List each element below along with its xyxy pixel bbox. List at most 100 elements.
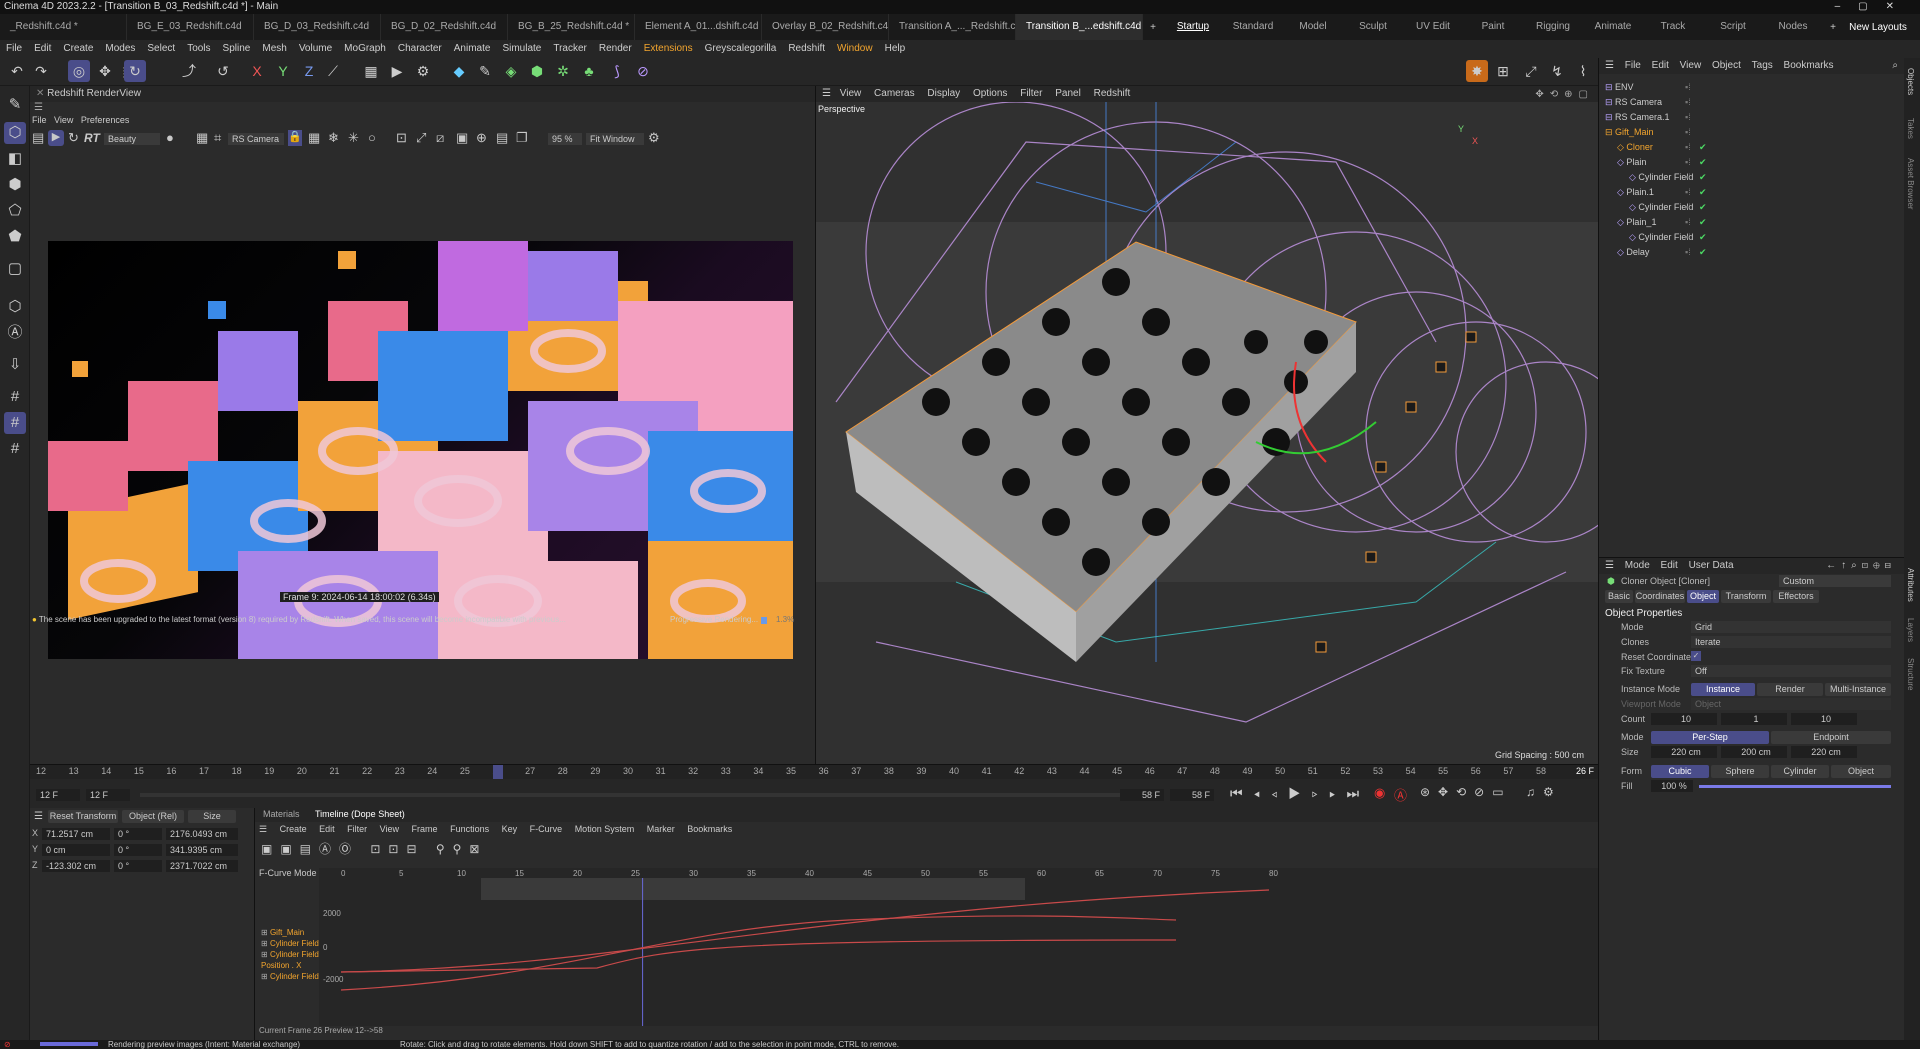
rv-menu-preferences[interactable]: Preferences — [81, 115, 130, 125]
attr-menu-edit[interactable]: Edit — [1661, 560, 1678, 571]
viewport-nav-icons[interactable]: ✥⟲⊕▢ — [1535, 89, 1594, 100]
menu-select[interactable]: Select — [141, 43, 181, 54]
menu-edit[interactable]: Edit — [28, 43, 57, 54]
enabled-check-icon[interactable]: ✔ — [1699, 155, 1707, 170]
redo-icon[interactable]: ↷ — [30, 60, 52, 82]
fcurve-graph[interactable]: 0 5 10 15 20 25 30 35 40 45 50 55 60 65 70 75 80 2000 0 -20… — [319, 868, 1598, 1026]
tab-timeline[interactable]: Timeline (Dope Sheet) — [315, 809, 405, 819]
expand-icon[interactable]: ⊞ — [261, 928, 270, 937]
edges-mode-icon[interactable]: ⬠ — [4, 200, 26, 222]
track-row[interactable]: ⊞ Cylinder Field — [261, 950, 319, 959]
rotation-field[interactable]: 0 ° — [114, 860, 162, 872]
object-row[interactable]: ⊟ RS Camera.1 ▪⁞ — [1599, 110, 1905, 125]
tab-basic[interactable]: Basic — [1605, 590, 1633, 603]
tab-coordinates[interactable]: Coordinates — [1635, 590, 1685, 603]
count-y-field[interactable]: 1 — [1721, 713, 1787, 725]
menu-tools[interactable]: Tools — [181, 43, 216, 54]
layout-tab[interactable]: Rigging — [1523, 14, 1583, 40]
add-tab-icon[interactable]: + — [1143, 22, 1163, 33]
rv-menu-view[interactable]: View — [54, 115, 73, 125]
doc-tab[interactable]: Element A_01...dshift.c4d * — [635, 14, 762, 40]
doc-tab[interactable]: Transition A_..._Redshift.c4d — [889, 14, 1016, 40]
size-field[interactable]: 2176.0493 cm — [166, 828, 238, 840]
y-axis-icon[interactable]: Y — [272, 60, 294, 82]
track-row[interactable]: ⊞ Cylinder Field — [261, 939, 319, 948]
layout-tab[interactable]: Track — [1643, 14, 1703, 40]
side-tab-asset-browser[interactable]: Asset Browser — [1906, 158, 1915, 210]
grid-mode-per-step[interactable]: Per-Step — [1651, 731, 1769, 744]
spline-pen-icon[interactable]: ✎ — [474, 60, 496, 82]
visibility-dots-icon[interactable]: ▪⁞ — [1685, 230, 1691, 245]
vp-menu-filter[interactable]: Filter — [1020, 88, 1042, 99]
bucket-icon[interactable]: ▦ — [308, 130, 320, 146]
track-row[interactable]: ⊞ Cylinder Field — [261, 972, 319, 981]
viewport-panel[interactable]: ☰ View Cameras Display Options Filter Pa… — [815, 86, 1599, 764]
workplane-icon[interactable]: ⤢ — [1520, 60, 1542, 82]
polygons-mode-icon[interactable]: ⬟ — [4, 226, 26, 248]
menu-window[interactable]: Window — [831, 43, 879, 54]
size-z-field[interactable]: 220 cm — [1791, 746, 1857, 758]
visibility-dots-icon[interactable]: ▪⁞ — [1685, 245, 1691, 260]
cube-icon[interactable]: ◆ — [448, 60, 470, 82]
count-x-field[interactable]: 10 — [1651, 713, 1717, 725]
layout-tab[interactable]: Standard — [1223, 14, 1283, 40]
snapshot-icon[interactable]: ▤ — [32, 130, 44, 146]
tab-effectors[interactable]: Effectors — [1773, 590, 1819, 603]
enabled-check-icon[interactable]: ✔ — [1699, 140, 1707, 155]
uv-mode-icon[interactable]: ▢ — [4, 258, 26, 280]
physical-sky-icon[interactable]: ✸ — [1466, 60, 1488, 82]
transport-controls[interactable]: ⏮◂◃▶▹▸⏭ — [1230, 785, 1370, 802]
soft-selection-icon[interactable]: ↺ — [212, 60, 234, 82]
obj-menu-edit[interactable]: Edit — [1652, 60, 1669, 71]
menu-file[interactable]: File — [0, 43, 28, 54]
menu-create[interactable]: Create — [57, 43, 99, 54]
menu-extensions[interactable]: Extensions — [638, 43, 699, 54]
axis-mode-icon[interactable]: ⬡ — [4, 296, 26, 318]
menu-simulate[interactable]: Simulate — [496, 43, 547, 54]
rotation-field[interactable]: 0 ° — [114, 828, 162, 840]
reset-transform-button[interactable]: Reset Transform — [48, 810, 118, 823]
dope-menu-functions[interactable]: Functions — [450, 824, 489, 834]
object-row[interactable]: ◇ Cylinder Field ▪⁞ ✔ — [1599, 170, 1905, 185]
layout-tab[interactable]: Nodes — [1763, 14, 1823, 40]
expand-icon[interactable]: ⊞ — [261, 972, 270, 981]
frame-icon[interactable]: ⊡ — [396, 130, 407, 146]
move-tool-icon[interactable]: ✥ — [94, 60, 116, 82]
doc-tab[interactable]: BG_B_25_Redshift.c4d * — [508, 14, 635, 40]
sparkle-icon[interactable]: ✳ — [348, 130, 359, 146]
z-axis-icon[interactable]: Z — [298, 60, 320, 82]
layout-tab-startup[interactable]: Startup — [1163, 14, 1223, 40]
points-mode-icon[interactable]: ⬢ — [4, 174, 26, 196]
tab-materials[interactable]: Materials — [263, 809, 300, 819]
vp-menu-options[interactable]: Options — [973, 88, 1007, 99]
doc-tab[interactable]: BG_D_02_Redshift.c4d — [381, 14, 508, 40]
quantize-icon[interactable]: ↯ — [1546, 60, 1568, 82]
visibility-dots-icon[interactable]: ▪⁞ — [1685, 215, 1691, 230]
circle-icon[interactable]: ○ — [368, 130, 376, 145]
fill-slider[interactable] — [1699, 785, 1891, 788]
object-row[interactable]: ◇ Plain.1 ▪⁞ ✔ — [1599, 185, 1905, 200]
doc-tab[interactable]: BG_E_03_Redshift.c4d — [127, 14, 254, 40]
menu-redshift[interactable]: Redshift — [782, 43, 831, 54]
filter-icon[interactable]: ● — [166, 130, 174, 145]
snap-icon[interactable]: ⤴ — [178, 60, 200, 82]
dope-menu-fcurve[interactable]: F-Curve — [530, 824, 563, 834]
dope-menu-view[interactable]: View — [380, 824, 399, 834]
size-y-field[interactable]: 200 cm — [1721, 746, 1787, 758]
lock-icon[interactable]: 🔒 — [288, 130, 302, 146]
instance-mode-instance[interactable]: Instance — [1691, 683, 1755, 696]
deformer-icon[interactable]: ✲ — [552, 60, 574, 82]
subdivision-icon[interactable]: ◈ — [500, 60, 522, 82]
clones-select[interactable]: Iterate — [1691, 636, 1891, 648]
spline-icon[interactable]: ⟆ — [606, 60, 628, 82]
fix-texture-select[interactable]: Off — [1691, 665, 1891, 677]
preview-end-field[interactable]: 58 F — [1120, 789, 1164, 801]
grid-icon[interactable]: ▦ — [196, 130, 208, 146]
track-row[interactable]: Position . X — [261, 961, 301, 970]
guide-icon[interactable]: # — [4, 438, 26, 460]
refresh-icon[interactable]: ↻ — [68, 130, 79, 146]
side-tab-objects[interactable]: Objects — [1906, 68, 1915, 95]
panel-menu-icon[interactable]: ☰ — [34, 811, 43, 822]
size-field[interactable]: 341.9395 cm — [166, 844, 238, 856]
layout-tab[interactable]: Animate — [1583, 14, 1643, 40]
